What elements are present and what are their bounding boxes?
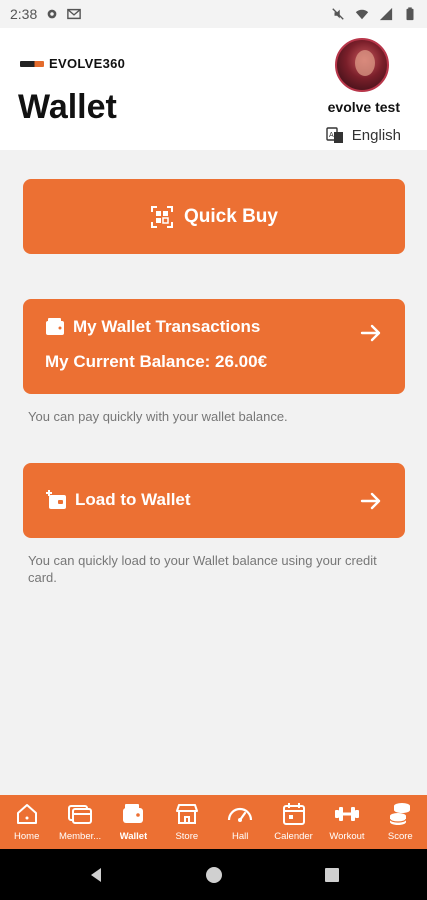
avatar[interactable] <box>335 38 389 92</box>
wallet-hint: You can pay quickly with your wallet bal… <box>28 409 288 424</box>
nav-label: Calender <box>274 831 313 842</box>
arrow-right-icon <box>360 324 381 342</box>
brand-name: EVOLVE360 <box>49 56 126 71</box>
gmail-icon <box>67 8 82 20</box>
wallet-transactions-button[interactable]: My Wallet Transactions My Current Balanc… <box>23 299 405 394</box>
quick-buy-button[interactable]: Quick Buy <box>23 179 405 254</box>
nav-store[interactable]: Store <box>160 795 213 849</box>
avatar-face <box>355 50 375 76</box>
home-icon <box>16 804 37 824</box>
language-selector[interactable]: A English <box>326 126 401 144</box>
signal-icon <box>379 7 393 21</box>
wallet-icon <box>46 318 64 335</box>
nav-label: Workout <box>329 831 365 842</box>
gear-icon <box>47 9 57 19</box>
page-title: Wallet <box>18 88 117 126</box>
qr-scan-icon <box>151 205 173 228</box>
nav-home[interactable]: Home <box>0 795 53 849</box>
wallet-icon <box>123 804 144 823</box>
translate-icon: A <box>326 127 343 143</box>
load-to-wallet-title: Load to Wallet <box>75 490 191 509</box>
load-to-wallet-row: Load to Wallet <box>45 489 191 511</box>
recents-icon[interactable] <box>323 866 341 884</box>
bottom-nav: Home Member... Wallet Store Hall Calende… <box>0 795 427 849</box>
status-time: 2:38 <box>10 6 38 22</box>
wallet-transactions-title: My Wallet Transactions <box>73 317 261 336</box>
nav-score[interactable]: Score <box>374 795 427 849</box>
wifi-icon <box>355 9 369 20</box>
current-balance: My Current Balance: 26.00€ <box>45 352 268 371</box>
status-bar: 2:38 <box>0 0 427 28</box>
system-navigation-bar <box>0 849 427 900</box>
nav-label: Wallet <box>119 831 148 842</box>
calendar-icon <box>282 803 305 825</box>
nav-label: Store <box>175 831 199 842</box>
battery-icon <box>406 7 414 21</box>
mute-icon <box>332 8 344 20</box>
load-to-wallet-button[interactable]: Load to Wallet <box>23 463 405 538</box>
brand[interactable]: EVOLVE360 <box>20 56 125 71</box>
nav-label: Score <box>387 831 413 842</box>
nav-label: Hall <box>232 831 249 842</box>
nav-membership[interactable]: Member... <box>53 795 106 849</box>
gauge-icon <box>228 807 253 822</box>
app-header: EVOLVE360 Wallet evolve test A English <box>0 28 427 150</box>
nav-label: Member... <box>58 831 102 842</box>
back-icon[interactable] <box>87 866 105 884</box>
user-name[interactable]: evolve test <box>328 99 400 115</box>
membership-icon <box>68 805 93 824</box>
coins-icon <box>389 803 411 825</box>
store-icon <box>175 804 198 824</box>
nav-label: Home <box>14 831 40 842</box>
dumbbell-icon <box>334 807 359 821</box>
balance-row: My Current Balance: 26.00€ <box>45 352 267 372</box>
arrow-right-icon <box>360 492 381 510</box>
nav-hall[interactable]: Hall <box>214 795 267 849</box>
nav-workout[interactable]: Workout <box>320 795 373 849</box>
nav-wallet[interactable]: Wallet <box>107 795 160 849</box>
load-hint: You can quickly load to your Wallet bala… <box>28 553 377 585</box>
svg-text:A: A <box>329 132 334 139</box>
quick-buy-label: Quick Buy <box>184 205 278 227</box>
add-wallet-icon <box>46 490 66 509</box>
nav-calendar[interactable]: Calender <box>267 795 320 849</box>
home-button-icon[interactable] <box>205 866 223 884</box>
wallet-transactions-row: My Wallet Transactions <box>45 317 260 337</box>
language-label: English <box>351 126 401 144</box>
brand-logo <box>20 60 44 67</box>
